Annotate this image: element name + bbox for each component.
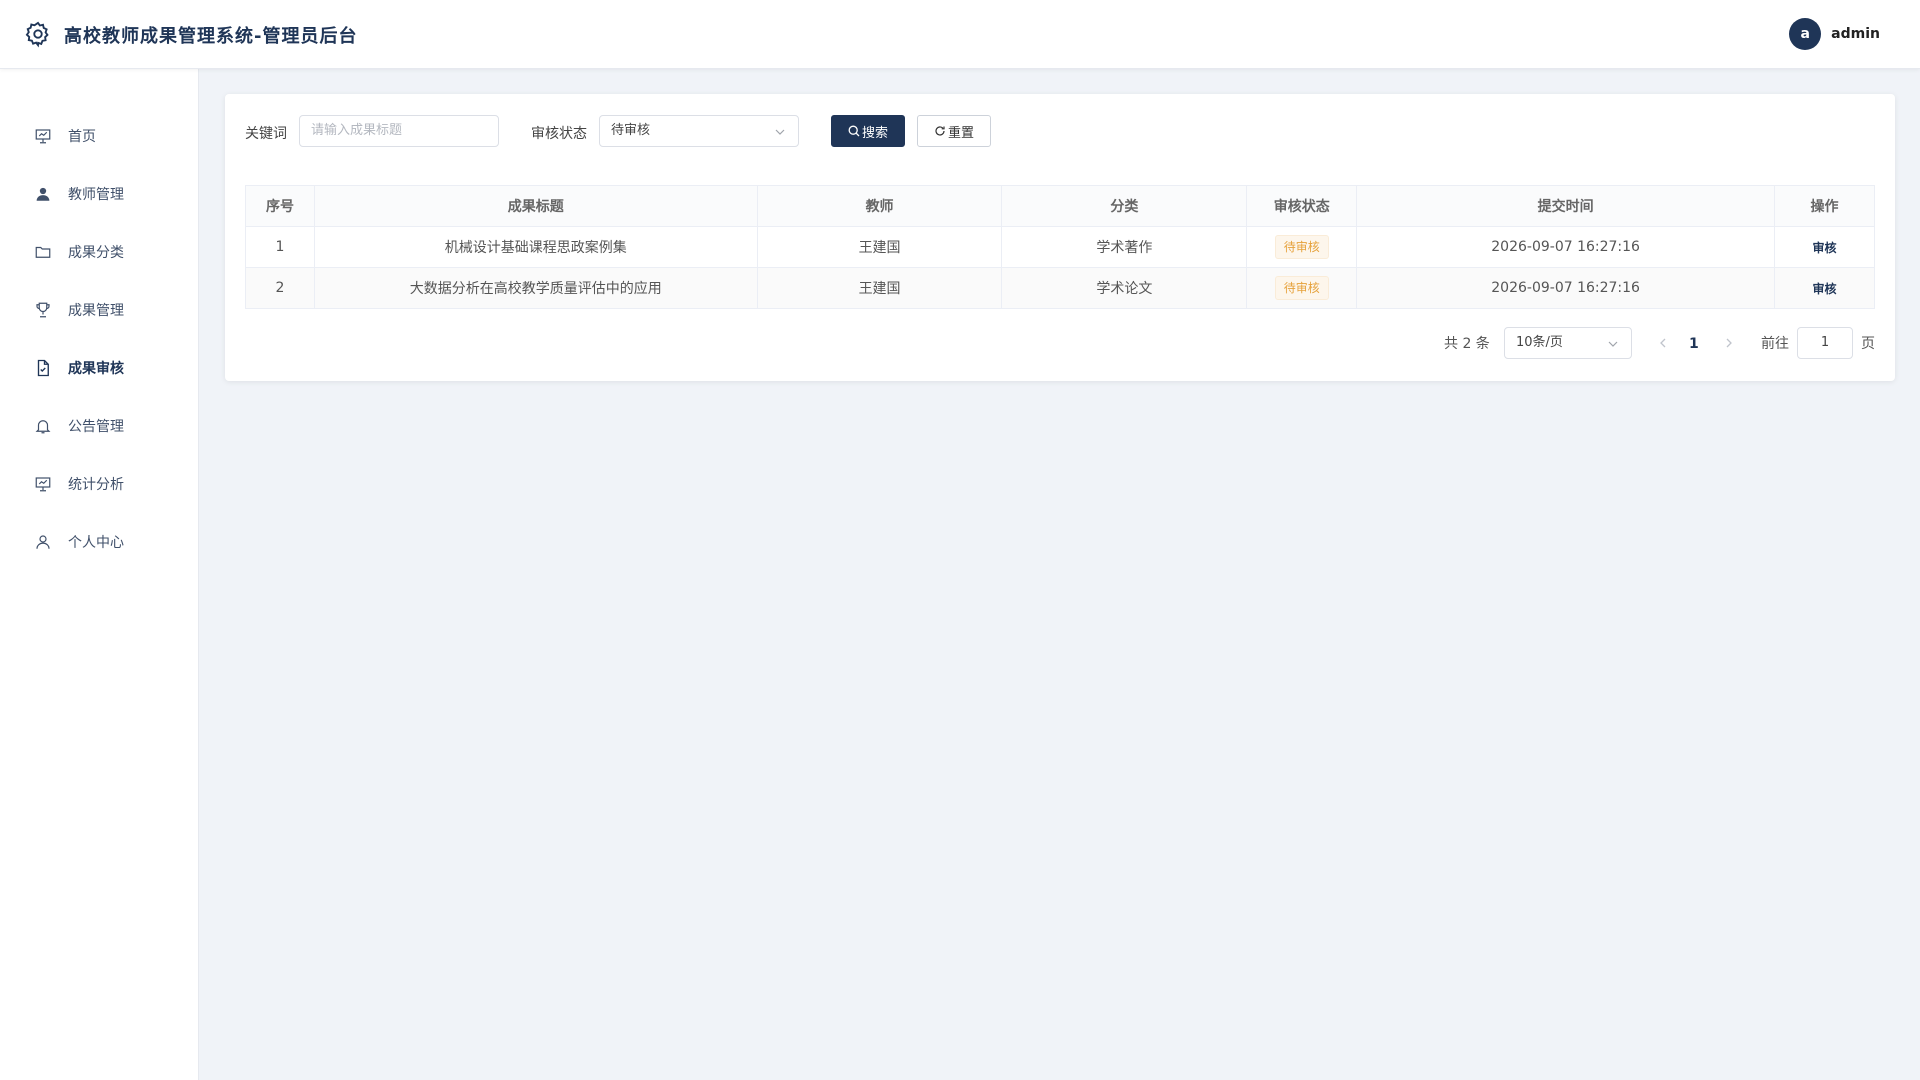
cell-index: 2 [245, 267, 315, 309]
document-check-icon [37, 359, 49, 377]
sidebar-item-home[interactable]: 首页 [0, 116, 199, 156]
pagination-goto-input[interactable]: 1 [1797, 327, 1853, 359]
cell-teacher: 王建国 [756, 267, 1003, 309]
cell-time: 2026-09-07 16:27:16 [1356, 267, 1775, 309]
presentation-icon [35, 129, 51, 144]
status-badge: 待审核 [1274, 276, 1329, 300]
user-icon [36, 187, 50, 201]
cell-teacher: 王建国 [756, 226, 1003, 268]
user-outline-icon [36, 535, 50, 549]
search-button-label: 搜索 [861, 125, 888, 141]
cell-status: 待审核 [1246, 267, 1358, 309]
sidebar-item-announcements[interactable]: 公告管理 [0, 406, 199, 446]
sidebar-item-label: 公告管理 [68, 419, 124, 435]
keyword-label: 关键词 [245, 126, 287, 142]
status-label: 审核状态 [531, 126, 587, 142]
sidebar-item-label: 成果管理 [68, 303, 124, 319]
pagination-total: 共 2 条 [1444, 336, 1490, 352]
table-row: 1 机械设计基础课程思政案例集 王建国 学术著作 待审核 2026-09-07 … [245, 226, 1875, 268]
status-select[interactable]: 待审核 [599, 115, 799, 147]
table-header-row: 序号 成果标题 教师 分类 审核状态 提交时间 操作 [245, 185, 1875, 227]
pagination-current-page[interactable]: 1 [1689, 332, 1699, 356]
folder-icon [35, 246, 51, 258]
keyword-input[interactable]: 请输入成果标题 [299, 115, 499, 147]
pagination-page-unit: 页 [1861, 336, 1875, 352]
column-header-category: 分类 [1001, 185, 1248, 227]
review-card: 关键词 请输入成果标题 审核状态 待审核 搜索 重置 序号 成果标题 教师 分类… [225, 94, 1895, 381]
username[interactable]: admin [1831, 26, 1880, 42]
reset-button[interactable]: 重置 [917, 115, 991, 147]
chevron-right-icon[interactable] [1723, 337, 1735, 349]
user-menu[interactable]: a admin [1789, 18, 1880, 50]
cell-time: 2026-09-07 16:27:16 [1356, 226, 1775, 268]
status-select-value: 待审核 [611, 123, 651, 138]
review-link[interactable]: 审核 [1812, 241, 1836, 255]
cell-index: 1 [245, 226, 315, 268]
reset-button-label: 重置 [947, 125, 974, 141]
status-badge: 待审核 [1274, 235, 1329, 259]
sidebar-item-teachers[interactable]: 教师管理 [0, 174, 199, 214]
app-title: 高校教师成果管理系统-管理员后台 [64, 26, 358, 47]
chevron-down-icon [775, 129, 785, 135]
page-size-value: 10条/页 [1516, 335, 1563, 350]
cell-category: 学术论文 [1001, 267, 1248, 309]
cell-title: 机械设计基础课程思政案例集 [313, 226, 758, 268]
sidebar-item-label: 成果审核 [68, 361, 124, 377]
top-header: 高校教师成果管理系统-管理员后台 a admin [0, 0, 1920, 69]
sidebar-item-statistics[interactable]: 统计分析 [0, 464, 199, 504]
cell-action: 审核 [1774, 267, 1875, 309]
gear-icon [25, 21, 49, 48]
sidebar-item-label: 成果分类 [68, 245, 124, 261]
review-link[interactable]: 审核 [1812, 282, 1836, 296]
column-header-status: 审核状态 [1246, 185, 1358, 227]
page-size-select[interactable]: 10条/页 [1504, 327, 1632, 359]
sidebar-item-label: 统计分析 [68, 477, 124, 493]
sidebar-item-label: 教师管理 [68, 187, 124, 203]
sidebar-item-review[interactable]: 成果审核 [0, 348, 199, 388]
presentation-icon [35, 477, 51, 492]
avatar[interactable]: a [1789, 18, 1822, 50]
cell-title: 大数据分析在高校教学质量评估中的应用 [313, 267, 758, 309]
chevron-left-icon[interactable] [1657, 337, 1669, 349]
column-header-teacher: 教师 [756, 185, 1003, 227]
column-header-action: 操作 [1774, 185, 1875, 227]
search-icon [848, 125, 860, 137]
sidebar-item-categories[interactable]: 成果分类 [0, 232, 199, 272]
column-header-time: 提交时间 [1356, 185, 1775, 227]
review-table: 序号 成果标题 教师 分类 审核状态 提交时间 操作 1 机械设计基础课程思政案… [245, 185, 1875, 309]
sidebar-item-label: 首页 [68, 129, 96, 145]
search-button[interactable]: 搜索 [831, 115, 905, 147]
sidebar-item-achievements[interactable]: 成果管理 [0, 290, 199, 330]
pagination-goto-label: 前往 [1761, 336, 1789, 352]
column-header-index: 序号 [245, 185, 315, 227]
trophy-icon [36, 302, 50, 318]
sidebar-item-label: 个人中心 [68, 535, 124, 551]
sidebar-item-profile[interactable]: 个人中心 [0, 522, 199, 562]
bell-icon [35, 420, 51, 434]
column-header-title: 成果标题 [313, 185, 758, 227]
chevron-down-icon [1608, 341, 1618, 347]
refresh-icon [935, 126, 945, 136]
cell-category: 学术著作 [1001, 226, 1248, 268]
cell-status: 待审核 [1246, 226, 1358, 268]
cell-action: 审核 [1774, 226, 1875, 268]
table-row: 2 大数据分析在高校教学质量评估中的应用 王建国 学术论文 待审核 2026-0… [245, 267, 1875, 309]
sidebar: 首页 教师管理 成果分类 成果管理 成果审核 公告管理 统计分析 个人中心 [0, 69, 199, 1080]
